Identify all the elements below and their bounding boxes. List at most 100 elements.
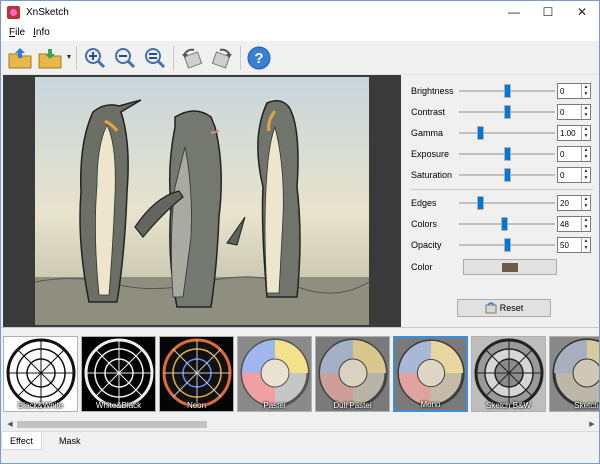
spin-up-icon[interactable]: ▲ [582, 196, 590, 203]
colors-spinbox[interactable]: 48 ▲ ▼ [557, 216, 591, 232]
spin-down-icon[interactable]: ▼ [582, 133, 590, 140]
rotate-right-icon [211, 48, 232, 69]
close-button[interactable]: ✕ [565, 1, 599, 23]
effect-black-white[interactable]: Black&White [3, 336, 78, 412]
spin-up-icon[interactable]: ▲ [582, 147, 590, 154]
scroll-right-button[interactable]: ▶ [585, 418, 599, 430]
color-picker-button[interactable] [463, 259, 557, 275]
edges-spinbox[interactable]: 20 ▲ ▼ [557, 195, 591, 211]
effect-dull-pastel[interactable]: Dull Pastel [315, 336, 390, 412]
slider-thumb[interactable] [504, 168, 511, 182]
color-label: Color [411, 262, 433, 272]
exposure-row: Exposure 0 ▲ ▼ [411, 146, 595, 162]
menu-bar: File Info [1, 23, 599, 41]
color-swatch [502, 262, 518, 272]
maximize-button[interactable]: ☐ [531, 1, 565, 23]
effect-neon[interactable]: Neon [159, 336, 234, 412]
spin-up-icon[interactable]: ▲ [582, 217, 590, 224]
help-icon: ? [247, 46, 271, 69]
slider-thumb[interactable] [504, 238, 511, 252]
rotate-left-button[interactable] [177, 43, 207, 73]
save-dropdown-button[interactable]: ▼ [65, 43, 73, 73]
zoom-fit-icon [145, 47, 166, 68]
spin-down-icon[interactable]: ▼ [582, 91, 590, 98]
brightness-spinbox[interactable]: 0 ▲ ▼ [557, 83, 591, 99]
chevron-left-icon: ◀ [7, 421, 13, 428]
effect-white-black[interactable]: White&Black [81, 336, 156, 412]
toolbar-separator [240, 45, 241, 70]
zoom-in-button[interactable] [80, 43, 110, 73]
colors-slider[interactable] [459, 216, 555, 232]
slider-thumb[interactable] [504, 84, 511, 98]
colors-label: Colors [411, 219, 438, 229]
tab-mask[interactable]: Mask [51, 432, 89, 450]
saturation-row: Saturation 0 ▲ ▼ [411, 167, 595, 183]
brightness-slider[interactable] [459, 83, 555, 99]
menu-file[interactable]: File [5, 27, 29, 38]
effect-sketch[interactable]: Sketch [549, 336, 599, 412]
effects-gallery: Black&White White&Black Neon Pastel Dull… [1, 327, 599, 431]
minimize-button[interactable]: — [497, 1, 531, 23]
saturation-label: Saturation [411, 170, 453, 180]
slider-thumb[interactable] [504, 105, 511, 119]
rotate-right-button[interactable] [207, 43, 237, 73]
brightness-row: Brightness 0 ▲ ▼ [411, 83, 595, 99]
reset-icon [485, 302, 497, 314]
effect-mono[interactable]: Mono [393, 336, 468, 412]
panel-divider [411, 189, 593, 190]
zoom-fit-button[interactable] [140, 43, 170, 73]
gamma-spinbox[interactable]: 1.00 ▲ ▼ [557, 125, 591, 141]
help-button[interactable]: ? [244, 43, 274, 73]
effect-label: Dull Pastel [333, 401, 372, 410]
effect-sketch-bw[interactable]: Sketch B&W [471, 336, 546, 412]
effect-label: White&Black [95, 401, 142, 410]
spin-down-icon[interactable]: ▼ [582, 224, 590, 231]
svg-text:?: ? [254, 50, 263, 67]
colors-row: Colors 48 ▲ ▼ [411, 216, 595, 232]
reset-button[interactable]: Reset [457, 299, 551, 317]
exposure-label: Exposure [411, 149, 450, 159]
slider-thumb[interactable] [501, 217, 508, 231]
exposure-slider[interactable] [459, 146, 555, 162]
effect-pastel[interactable]: Pastel [237, 336, 312, 412]
slider-thumb[interactable] [504, 147, 511, 161]
bottom-tabs: Effect Mask [1, 431, 599, 463]
effect-label: Pastel [263, 401, 286, 410]
spin-down-icon[interactable]: ▼ [582, 154, 590, 161]
opacity-spinbox[interactable]: 50 ▲ ▼ [557, 237, 591, 253]
saturation-slider[interactable] [459, 167, 555, 183]
effect-label: Sketch B&W [486, 401, 531, 410]
contrast-spinbox[interactable]: 0 ▲ ▼ [557, 104, 591, 120]
slider-thumb[interactable] [477, 126, 484, 140]
contrast-slider[interactable] [459, 104, 555, 120]
open-button[interactable] [5, 43, 35, 73]
rotate-left-icon [182, 48, 203, 69]
main-area: Brightness 0 ▲ ▼ Contrast 0 ▲ ▼ Gamma 1.… [1, 75, 599, 327]
slider-thumb[interactable] [477, 196, 484, 210]
effects-scrollbar[interactable]: ◀ ▶ [3, 418, 599, 430]
spin-up-icon[interactable]: ▲ [582, 105, 590, 112]
zoom-out-button[interactable] [110, 43, 140, 73]
gamma-slider[interactable] [459, 125, 555, 141]
edges-slider[interactable] [459, 195, 555, 211]
spin-down-icon[interactable]: ▼ [582, 245, 590, 252]
spin-down-icon[interactable]: ▼ [582, 175, 590, 182]
opacity-slider[interactable] [459, 237, 555, 253]
spin-up-icon[interactable]: ▲ [582, 84, 590, 91]
exposure-spinbox[interactable]: 0 ▲ ▼ [557, 146, 591, 162]
scroll-thumb[interactable] [17, 421, 207, 428]
tab-effect[interactable]: Effect [1, 432, 42, 450]
opacity-label: Opacity [411, 240, 442, 250]
scroll-left-button[interactable]: ◀ [3, 418, 17, 430]
spin-up-icon[interactable]: ▲ [582, 126, 590, 133]
chevron-right-icon: ▶ [589, 421, 595, 428]
menu-info[interactable]: Info [29, 27, 54, 38]
save-button[interactable] [35, 43, 65, 73]
app-window: XnSketch — ☐ ✕ File Info ▼ ? Brightness … [0, 0, 600, 464]
saturation-spinbox[interactable]: 0 ▲ ▼ [557, 167, 591, 183]
spin-down-icon[interactable]: ▼ [582, 203, 590, 210]
scroll-track[interactable] [17, 418, 585, 430]
spin-up-icon[interactable]: ▲ [582, 238, 590, 245]
spin-down-icon[interactable]: ▼ [582, 112, 590, 119]
spin-up-icon[interactable]: ▲ [582, 168, 590, 175]
